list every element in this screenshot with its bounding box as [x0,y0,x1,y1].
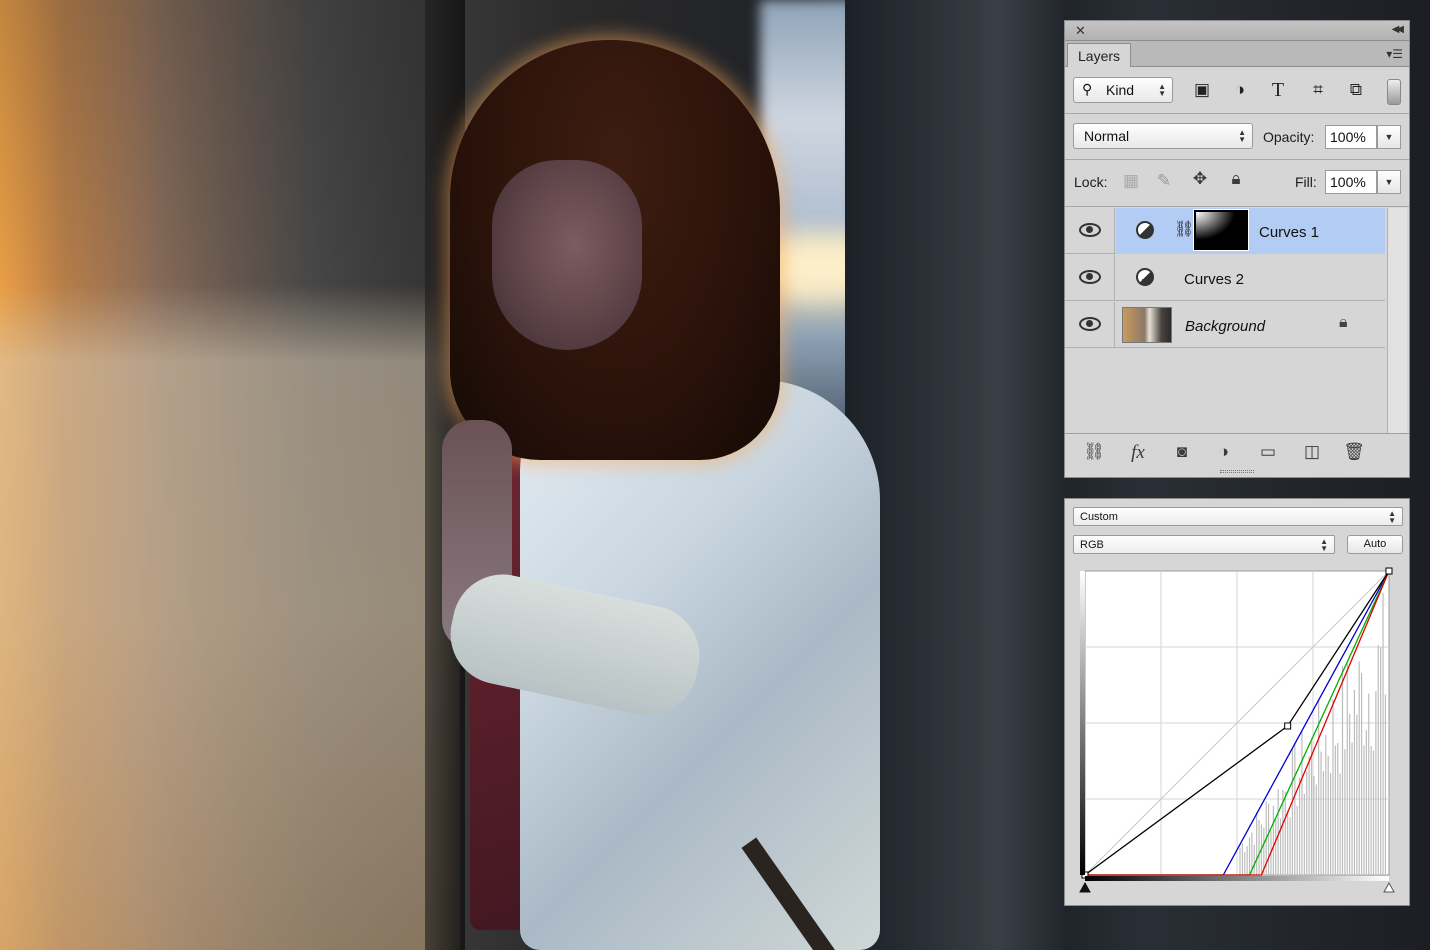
separator [1065,113,1409,114]
smart-object-filter-icon[interactable]: ⧉ [1343,77,1369,103]
lock-icon: 🔒︎ [1339,314,1348,331]
curve-control-point[interactable] [1385,567,1393,575]
type-filter-icon[interactable]: T [1265,77,1291,103]
visibility-toggle[interactable] [1065,255,1115,301]
fill-field[interactable]: 100% [1325,170,1377,194]
curve-control-point[interactable] [1284,722,1292,730]
curves-properties-panel: Custom ▲ ▼ RGB ▲ ▼ Auto [1064,498,1410,906]
panel-menu-icon[interactable]: ▾☰ [1386,47,1403,61]
close-icon[interactable]: ✕ [1075,23,1086,39]
opacity-dropdown-icon[interactable]: ▼ [1377,125,1401,149]
layer-row-curves-1[interactable]: ⛓ Curves 1 [1065,208,1385,254]
updown-arrows-icon: ▲ ▼ [1158,82,1166,98]
visibility-toggle[interactable] [1065,208,1115,254]
white-point-slider[interactable] [1383,881,1395,893]
layers-scrollbar[interactable] [1387,208,1407,433]
curves-adjustment-icon[interactable] [1136,268,1154,286]
updown-arrows-icon: ▲ ▼ [1320,536,1328,553]
layer-body[interactable]: Background 🔒︎ [1116,302,1385,348]
new-adjustment-icon[interactable]: ◑ [1211,442,1237,464]
tree-trunk [0,0,460,950]
layer-body[interactable]: Curves 2 [1116,255,1385,301]
channel-value: RGB [1080,539,1104,551]
blend-mode-select[interactable]: Normal ▲ ▼ [1073,123,1253,149]
filter-toggle[interactable] [1387,79,1401,105]
add-mask-icon[interactable]: ◙ [1169,442,1195,464]
auto-button[interactable]: Auto [1347,535,1403,554]
blend-mode-value: Normal [1084,128,1130,144]
separator [1065,206,1409,207]
fill-dropdown-icon[interactable]: ▼ [1377,170,1401,194]
eye-icon [1079,223,1101,237]
opacity-label: Opacity: [1263,129,1315,145]
link-layers-icon[interactable]: ⛓ [1081,442,1107,464]
lock-position-icon[interactable]: ✥ [1189,169,1211,189]
new-layer-icon[interactable]: ◫ [1299,442,1325,464]
output-gradient-bar [1080,571,1085,875]
shape-filter-icon[interactable]: ⌗ [1305,77,1331,103]
updown-arrows-icon: ▲ ▼ [1238,128,1246,144]
face [492,160,642,350]
layer-row-curves-2[interactable]: Curves 2 [1065,255,1385,301]
preset-value: Custom [1080,511,1118,523]
lock-label: Lock: [1074,174,1108,190]
lock-transparency-icon[interactable]: ▦ [1120,171,1142,191]
eye-icon [1079,317,1101,331]
layers-footer: ⛓ fx ◙ ◑ ▭ ◫ 🗑︎ [1065,433,1409,477]
input-gradient-bar [1085,876,1389,881]
trash-icon[interactable]: 🗑︎ [1341,442,1367,464]
search-icon: ⚲ [1082,81,1093,97]
preset-select[interactable]: Custom ▲ ▼ [1073,507,1403,526]
lock-all-icon[interactable]: 🔒︎ [1225,169,1247,189]
adjustment-filter-icon[interactable]: ◑ [1227,77,1253,103]
eye-icon [1079,270,1101,284]
layer-row-background[interactable]: Background 🔒︎ [1065,302,1385,348]
visibility-toggle[interactable] [1065,302,1115,348]
tab-bar: Layers ▾☰ [1065,41,1409,67]
resize-grip[interactable] [1220,470,1254,473]
layer-thumbnail[interactable] [1122,307,1172,343]
layer-body[interactable]: ⛓ Curves 1 [1116,208,1385,254]
curves-graph[interactable] [1079,565,1399,895]
fx-icon[interactable]: fx [1125,442,1151,464]
black-point-slider[interactable] [1079,881,1091,893]
channel-select[interactable]: RGB ▲ ▼ [1073,535,1335,554]
updown-arrows-icon: ▲ ▼ [1388,508,1396,525]
panel-title-bar[interactable]: ✕ ◀◀ [1065,21,1409,41]
layer-name[interactable]: Curves 1 [1259,224,1319,241]
layers-panel: ✕ ◀◀ Layers ▾☰ ⚲ Kind ▲ ▼ ▣ ◑ T ⌗ ⧉ Norma… [1064,20,1410,478]
separator [1065,159,1409,160]
collapse-icon[interactable]: ◀◀ [1392,24,1405,35]
opacity-field[interactable]: 100% [1325,125,1377,149]
lock-pixels-icon[interactable]: ✎ [1153,171,1175,191]
new-group-icon[interactable]: ▭ [1255,442,1281,464]
tab-layers[interactable]: Layers [1067,43,1132,67]
layer-name[interactable]: Curves 2 [1184,271,1244,288]
curves-adjustment-icon[interactable] [1136,221,1154,239]
layer-mask-thumbnail[interactable] [1193,209,1249,251]
mask-link-icon[interactable]: ⛓ [1174,219,1194,239]
filter-kind-select[interactable]: ⚲ Kind ▲ ▼ [1073,77,1173,103]
image-filter-icon[interactable]: ▣ [1189,77,1215,103]
layer-name[interactable]: Background [1185,318,1265,335]
filter-kind-label: Kind [1106,82,1135,98]
fill-label: Fill: [1295,174,1317,190]
